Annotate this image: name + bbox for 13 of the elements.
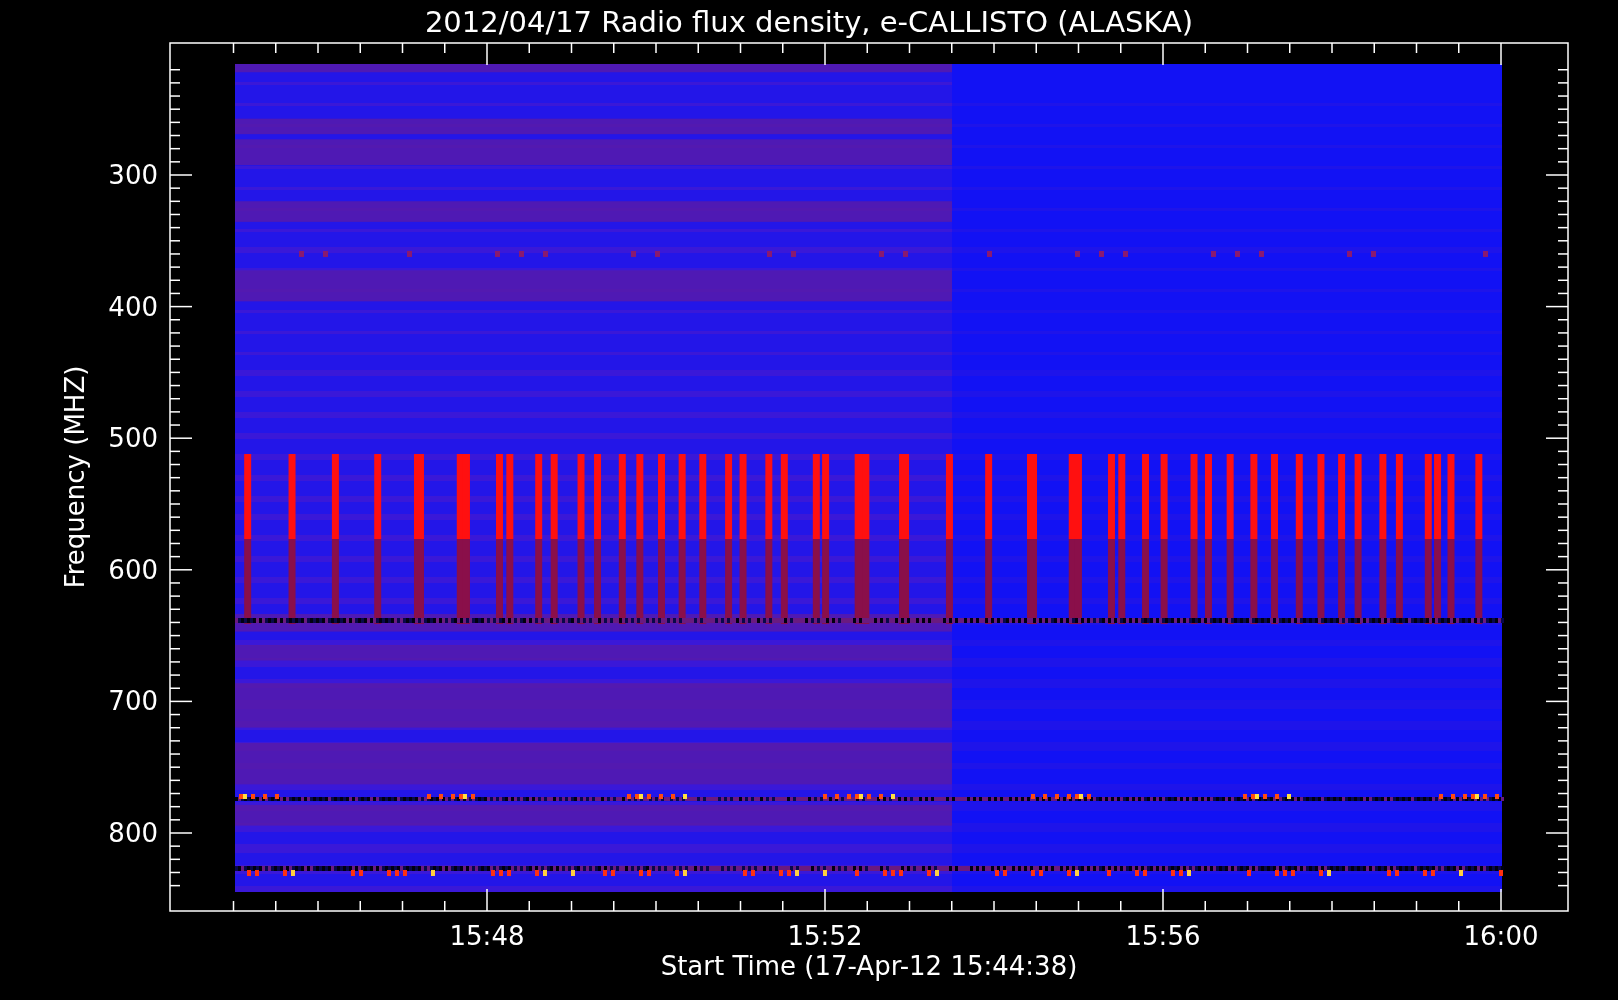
y-tick-label: 700 (108, 686, 158, 717)
x-tick-label: 15:52 (787, 921, 863, 951)
x-axis-label: Start Time (17-Apr-12 15:44:38) (660, 951, 1078, 981)
chart-title: 2012/04/17 Radio flux density, e-CALLISTO (ALASKA) (424, 5, 1194, 39)
y-tick-label: 600 (108, 554, 158, 585)
y-tick-label: 400 (108, 291, 158, 322)
y-tick-label: 800 (108, 818, 158, 848)
x-tick-label: 15:48 (449, 921, 525, 951)
y-axis-label: Frequency (MHZ) (60, 365, 90, 589)
y-tick-label: 500 (108, 423, 158, 454)
x-tick-label: 16:00 (1463, 921, 1539, 951)
x-tick-label: 15:56 (1125, 921, 1201, 951)
y-tick-label: 300 (108, 160, 158, 190)
